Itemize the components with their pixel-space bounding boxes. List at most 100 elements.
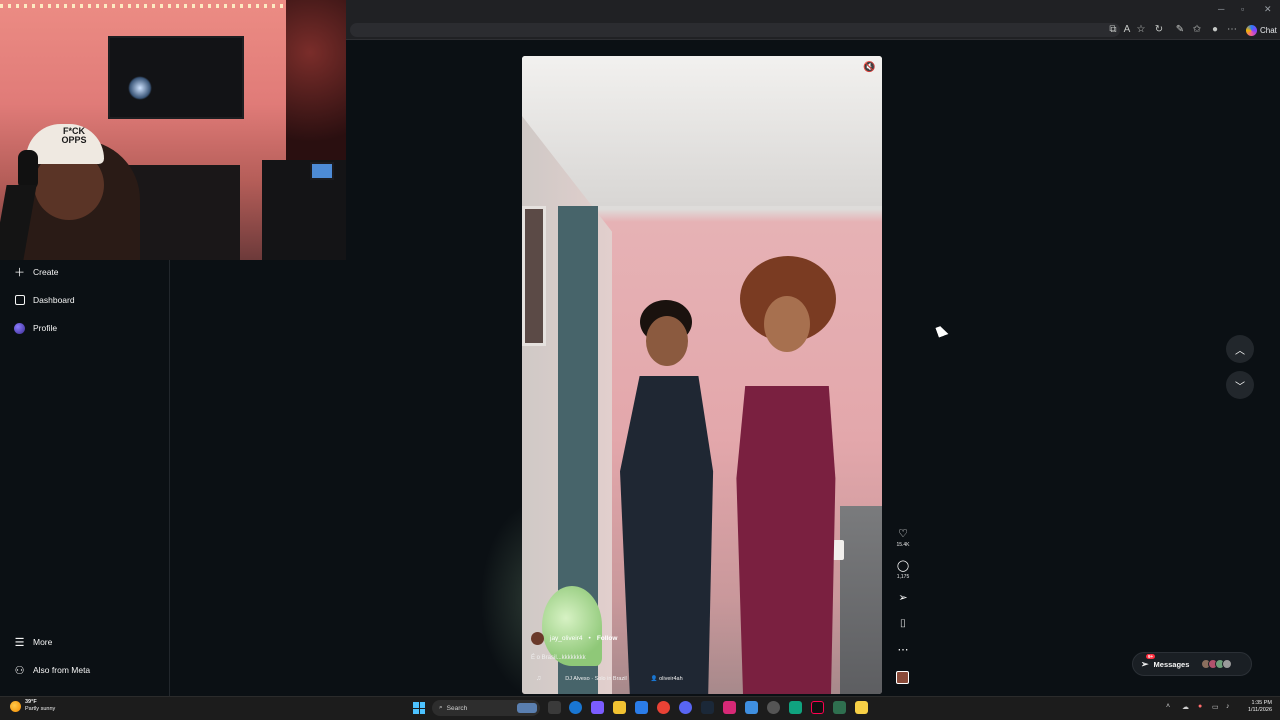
direct-message-icon: ➢ 9+ <box>1141 653 1156 669</box>
save-button[interactable]: ⌷ <box>893 618 913 631</box>
sidebar-item-label: Profile <box>33 323 58 333</box>
volume-icon[interactable]: ♪ <box>1226 703 1230 710</box>
comment-count: 1,175 <box>896 574 910 580</box>
heart-icon: ♡ <box>898 528 908 540</box>
sidebar-item-create[interactable]: ＋ Create <box>14 264 59 280</box>
more-icon: ⋯ <box>897 644 909 656</box>
search-highlight-icon <box>517 703 537 713</box>
file-explorer-icon[interactable] <box>613 701 626 714</box>
search-icon: ⌕ <box>439 704 443 711</box>
mute-icon[interactable]: 🔇 <box>863 62 875 74</box>
chatgpt-icon[interactable] <box>789 701 802 714</box>
music-note-icon: ♫ <box>536 675 542 682</box>
cap-text: F*CK OPPS <box>61 126 87 145</box>
instagram-icon[interactable] <box>723 701 736 714</box>
mic-icon[interactable]: ● <box>1198 703 1202 710</box>
chevron-down-icon: ﹀ <box>1235 381 1245 393</box>
taskbar-search[interactable]: ⌕ Search <box>432 700 540 716</box>
tiktok-icon[interactable] <box>811 701 824 714</box>
xbox-icon[interactable] <box>833 701 846 714</box>
tagged-user-name: oliveir4ah <box>659 675 683 682</box>
copilot-app-icon[interactable] <box>591 701 604 714</box>
sidebar-item-more[interactable]: ☰ More <box>14 634 53 650</box>
like-button[interactable]: ♡ 15.4K <box>893 528 913 548</box>
messages-button[interactable]: ➢ 9+ Messages <box>1132 652 1252 676</box>
tagged-user[interactable]: 👤 oliveir4ah <box>651 676 683 682</box>
message-badge: 9+ <box>1146 653 1156 659</box>
bookmark-icon: ⌷ <box>899 618 907 630</box>
read-aloud-icon[interactable]: A <box>1121 24 1133 36</box>
start-button[interactable] <box>413 702 425 714</box>
video-subject <box>614 296 724 694</box>
steam-icon[interactable] <box>701 701 714 714</box>
meta-icon: ⚇ <box>14 664 25 677</box>
partly-sunny-icon <box>10 700 21 712</box>
open-in-app-icon[interactable]: ⧉ <box>1107 24 1119 36</box>
audio-thumbnail[interactable] <box>896 671 909 684</box>
chevron-up-icon: ︿ <box>1235 345 1245 357</box>
more-options-icon[interactable]: ⋯ <box>1226 24 1238 36</box>
author-username[interactable]: jay_oliveir4 <box>550 635 583 642</box>
screen: ─ ▫ ✕ ⧉ A ☆ ↻ ✎ ✩ ● ⋯ Chat ＋ Create Dash… <box>0 0 1280 720</box>
copilot-icon <box>1246 24 1257 36</box>
menu-icon: ☰ <box>14 636 25 649</box>
send-icon: ➢ <box>898 592 908 604</box>
sidebar-item-label: More <box>33 637 53 647</box>
mouse-cursor <box>935 324 949 338</box>
reel-author: jay_oliveir4 • Follow <box>531 632 617 645</box>
next-reel-button[interactable]: ﹀ <box>1226 371 1254 399</box>
taskbar-clock[interactable]: 1:35 PM 1/11/2026 <box>1240 700 1272 714</box>
sidebar-item-label: Also from Meta <box>33 665 91 675</box>
favorites-icon[interactable]: ✩ <box>1191 24 1203 36</box>
minimize-icon[interactable]: ─ <box>1218 4 1224 14</box>
author-avatar[interactable] <box>531 632 544 645</box>
account-avatar-icon[interactable]: ● <box>1209 24 1221 36</box>
plus-icon: ＋ <box>14 267 25 279</box>
reel-caption: É o Brasil...kkkkkkkk <box>531 655 586 661</box>
sidebar-item-also-from-meta[interactable]: ⚇ Also from Meta <box>14 662 91 678</box>
clock-time: 1:35 PM <box>1251 700 1272 706</box>
refresh-icon[interactable]: ↻ <box>1153 24 1165 36</box>
video-subject <box>722 256 852 694</box>
audio-track[interactable]: DJ Alveso · Solo in Brazil <box>565 676 626 682</box>
sticky-notes-icon[interactable] <box>855 701 868 714</box>
network-icon[interactable]: ▭ <box>1212 703 1219 711</box>
search-placeholder: Search <box>446 704 468 712</box>
favorite-star-icon[interactable]: ☆ <box>1135 24 1147 36</box>
clock-date: 1/11/2026 <box>1247 707 1272 713</box>
copilot-label: Chat <box>1260 25 1277 35</box>
edge-icon[interactable] <box>569 701 582 714</box>
store-icon[interactable] <box>635 701 648 714</box>
task-view-icon[interactable] <box>548 701 561 714</box>
streamer-webcam: F*CK OPPS <box>0 0 346 260</box>
weather-temp: 39°F <box>25 699 37 705</box>
sidebar-item-profile[interactable]: Profile <box>14 320 57 336</box>
messages-label: Messages <box>1153 659 1190 669</box>
sidebar-item-dashboard[interactable]: Dashboard <box>14 292 75 308</box>
dashboard-icon <box>14 295 25 306</box>
like-count: 15.4K <box>896 542 910 548</box>
reel-audio-info: ♫ DJ Alveso · Solo in Brazil 👤 oliveir4a… <box>536 675 683 682</box>
onedrive-icon[interactable]: ☁ <box>1182 703 1189 711</box>
chrome-icon[interactable] <box>657 701 670 714</box>
copilot-button[interactable]: Chat <box>1244 22 1280 38</box>
follow-button[interactable]: Follow <box>597 635 618 642</box>
comment-icon: ◯ <box>896 560 910 572</box>
comment-button[interactable]: ◯ 1,175 <box>893 560 913 580</box>
previous-reel-button[interactable]: ︿ <box>1226 335 1254 363</box>
app-icon[interactable] <box>745 701 758 714</box>
reel-video[interactable]: 🔇 jay_oliveir4 • Follow É o Brasil...kkk… <box>522 56 882 694</box>
address-bar[interactable] <box>350 23 1120 37</box>
discord-icon[interactable] <box>679 701 692 714</box>
more-button[interactable]: ⋯ <box>893 644 913 657</box>
sidebar-item-label: Create <box>33 267 59 277</box>
weather-widget[interactable]: 39°F Partly sunny <box>10 699 55 713</box>
extensions-icon[interactable]: ✎ <box>1174 24 1186 36</box>
restore-icon[interactable]: ▫ <box>1241 4 1244 14</box>
message-avatars <box>1201 659 1233 669</box>
close-icon[interactable]: ✕ <box>1264 4 1272 15</box>
share-button[interactable]: ➢ <box>893 592 913 605</box>
tray-overflow-icon[interactable]: ˄ <box>1166 703 1170 710</box>
settings-icon[interactable] <box>767 701 780 714</box>
profile-avatar <box>14 322 25 334</box>
